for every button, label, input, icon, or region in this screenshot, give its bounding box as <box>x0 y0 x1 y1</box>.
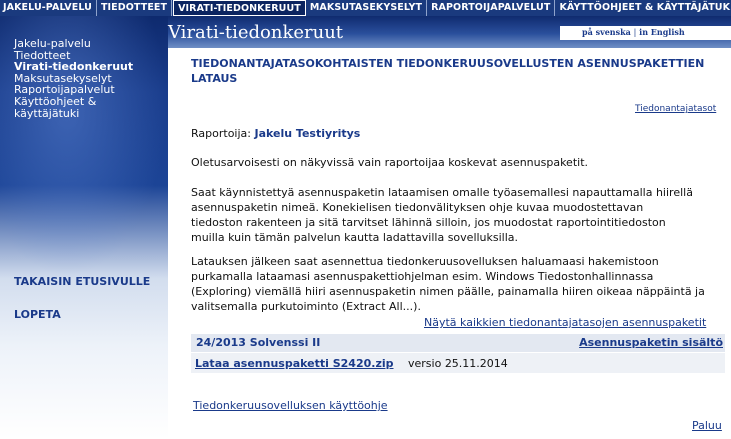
tab-tiedotteet[interactable]: TIEDOTTEET <box>97 0 173 16</box>
tab-raportoijapalvelut[interactable]: RAPORTOIJAPALVELUT <box>427 0 556 16</box>
paragraph-line: tiedoston rakenteen ja sitä tarvitset lä… <box>191 216 666 229</box>
info-paragraph-install: Latauksen jälkeen saat asennettua tiedon… <box>191 254 731 314</box>
back-to-front-link[interactable]: TAKAISIN ETUSIVULLE <box>14 275 150 288</box>
back-link[interactable]: Paluu <box>692 419 722 432</box>
reporter-info: Raportoija: Jakelu Testiyritys <box>191 127 360 140</box>
package-name: 24/2013 Solvenssi II <box>196 336 321 349</box>
paragraph-line: purkamalla lataamasi asennuspakettiohjel… <box>191 270 654 283</box>
top-navigation: JAKELU-PALVELU TIEDOTTEET VIRATI-TIEDONK… <box>0 0 731 16</box>
paragraph-line: Oletusarvoisesti on näkyvissä vain rapor… <box>191 156 588 169</box>
show-all-packages-link[interactable]: Näytä kaikkien tiedonantajatasojen asenn… <box>424 316 706 329</box>
sidebar-item-kayttajatuki[interactable]: käyttäjätuki <box>14 107 164 120</box>
reporting-levels-link[interactable]: Tiedonantajatasot <box>635 104 716 114</box>
paragraph-line: Saat käynnistettyä asennuspaketin lataam… <box>191 186 693 199</box>
language-separator: | <box>633 28 637 37</box>
user-guide-link[interactable]: Tiedonkeruusovelluksen käyttöohje <box>193 399 388 412</box>
paragraph-line: (Exploring) viemällä hiiri asennuspaketi… <box>191 285 705 298</box>
paragraph-line: Latauksen jälkeen saat asennettua tiedon… <box>191 255 659 268</box>
paragraph-line: asennuspaketin nimeä. Konekielisen tiedo… <box>191 201 644 214</box>
logout-link[interactable]: LOPETA <box>14 308 61 321</box>
package-download-row: Lataa asennuspaketti S2420.zip versio 25… <box>191 353 725 373</box>
package-header-row: 24/2013 Solvenssi II Asennuspaketin sisä… <box>191 334 725 352</box>
tab-kayttoohjeet[interactable]: KÄYTTÖOHJEET & KÄYTTÄJÄTUKI <box>555 0 731 16</box>
sidebar-item-jakelu-palvelu[interactable]: Jakelu-palvelu <box>14 38 164 50</box>
paragraph-line: valitsemalla purkutoiminto (Extract All.… <box>191 300 421 313</box>
package-contents-link[interactable]: Asennuspaketin sisältö <box>579 336 723 349</box>
info-paragraph-default: Oletusarvoisesti on näkyvissä vain rapor… <box>191 155 731 170</box>
page-title-line-2: LATAUS <box>191 72 238 85</box>
sidebar-menu: Jakelu-palvelu Tiedotteet Virati-tiedonk… <box>14 38 164 119</box>
page-title: TIEDONANTAJATASOKOHTAISTEN TIEDONKERUUSO… <box>191 56 731 86</box>
sidebar-item-kayttoohjeet[interactable]: Käyttöohjeet & <box>14 96 164 108</box>
app-title: Virati-tiedonkeruut <box>168 22 344 43</box>
language-english-link[interactable]: in English <box>639 27 685 37</box>
info-paragraph-download: Saat käynnistettyä asennuspaketin lataam… <box>191 185 731 245</box>
tab-maksutasekyselyt[interactable]: MAKSUTASEKYSELYT <box>306 0 428 16</box>
paragraph-line: muilla kuin tämän palvelun kautta ladatt… <box>191 231 519 244</box>
reporter-label: Raportoija: <box>191 127 251 140</box>
package-version: versio 25.11.2014 <box>408 357 508 370</box>
reporter-name: Jakelu Testiyritys <box>254 127 361 140</box>
tab-virati-tiedonkeruut[interactable]: VIRATI-TIEDONKERUUT <box>173 0 306 16</box>
tab-jakelu-palvelu[interactable]: JAKELU-PALVELU <box>0 0 97 16</box>
download-package-link[interactable]: Lataa asennuspaketti S2420.zip <box>195 357 394 370</box>
page-title-line-1: TIEDONANTAJATASOKOHTAISTEN TIEDONKERUUSO… <box>191 57 705 70</box>
language-links: på svenska | in English <box>582 27 685 37</box>
language-swedish-link[interactable]: på svenska <box>582 27 631 37</box>
